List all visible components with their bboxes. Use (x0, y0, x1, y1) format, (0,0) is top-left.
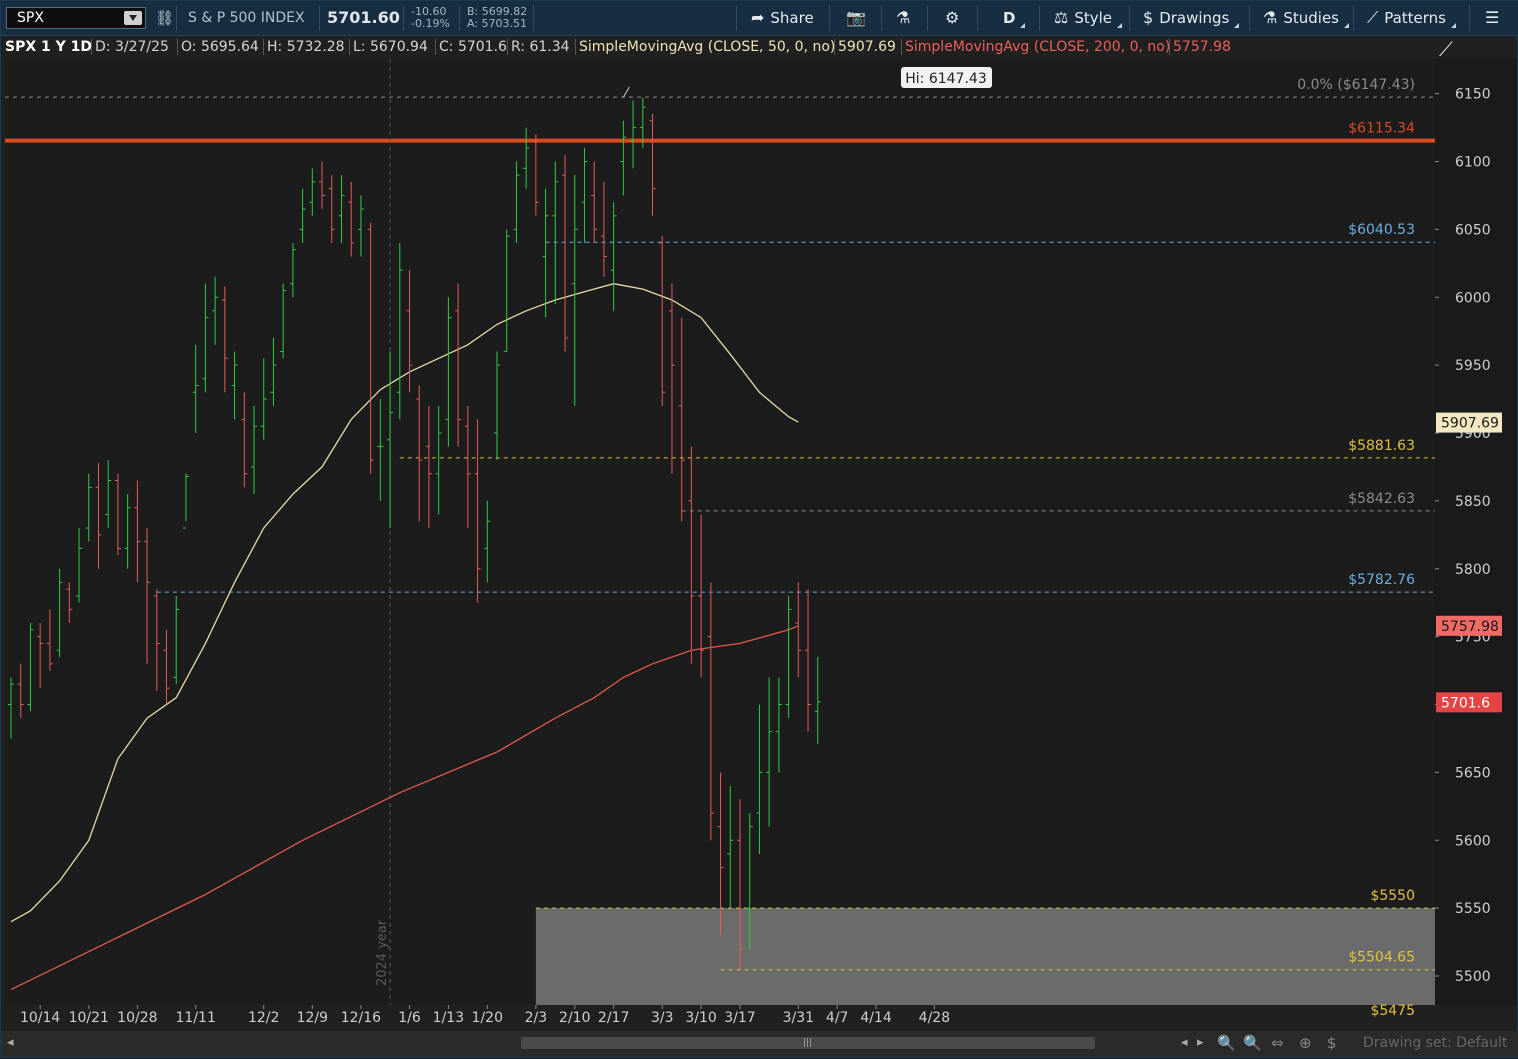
level-label: $5881.63 (1348, 438, 1415, 454)
x-tick-label: 3/17 (724, 1010, 755, 1026)
scroll-forward-icon[interactable]: ▸ (1197, 1035, 1204, 1050)
pan-icon[interactable]: ⇔ (1271, 1034, 1284, 1052)
grip-icon: ||| (803, 1038, 813, 1048)
zone-bottom-label: $5475 (1370, 1003, 1415, 1019)
y-tick-label: 5950 (1455, 358, 1491, 374)
x-tick-label: 10/14 (20, 1010, 60, 1026)
scroll-back-icon[interactable]: ◂ (1181, 1035, 1188, 1050)
price-tag-label: 5757.98 (1441, 619, 1499, 635)
year-label: 2024 year (375, 919, 390, 986)
level-label: $5842.63 (1348, 491, 1415, 507)
y-tick-label: 6050 (1455, 222, 1491, 238)
y-tick-label: 5850 (1455, 494, 1491, 510)
level-label: 0.0% ($6147.43) (1297, 77, 1415, 93)
price-tag-label: 5907.69 (1441, 416, 1499, 432)
x-tick-label: 1/20 (472, 1010, 503, 1026)
x-tick-label: 12/2 (248, 1010, 279, 1026)
y-tick-label: 6000 (1455, 290, 1491, 306)
y-tick-label: 5600 (1455, 833, 1491, 849)
zoom-out-icon[interactable]: 🔍 (1217, 1034, 1236, 1052)
x-tick-label: 1/6 (398, 1010, 421, 1026)
level-label: $5782.76 (1348, 572, 1415, 588)
x-tick-label: 10/28 (117, 1010, 157, 1026)
time-scrollbar[interactable]: ◂ ||| ◂ ▸ 🔍 🔍 ⇔ ⊕ $ Drawing set: Default (1, 1031, 1518, 1057)
x-tick-label: 4/28 (919, 1010, 950, 1026)
y-tick-label: 6150 (1455, 87, 1491, 103)
y-tick-label: 6100 (1455, 155, 1491, 171)
level-label: $5550 (1370, 888, 1415, 904)
zoom-in-icon[interactable]: 🔍 (1243, 1034, 1262, 1052)
y-tick-label: 5800 (1455, 562, 1491, 578)
level-label: $6040.53 (1348, 222, 1415, 238)
y-tick-label: 5500 (1455, 969, 1491, 985)
y-tick-label: 5550 (1455, 901, 1491, 917)
price-chart[interactable]: $5475 0.0% ($6147.43) $6115.34 $6040.53 $58… (1, 1, 1518, 1059)
scroll-left-icon[interactable]: ◂ (7, 1035, 14, 1050)
x-tick-label: 12/9 (297, 1010, 328, 1026)
x-tick-label: 10/21 (69, 1010, 109, 1026)
plot-area (5, 59, 1435, 1005)
scroll-thumb[interactable]: ||| (521, 1037, 1095, 1049)
price-tool-icon[interactable]: $ (1327, 1034, 1337, 1052)
price-tag-label: 5701.6 (1441, 695, 1490, 711)
x-tick-label: 3/3 (651, 1010, 674, 1026)
crosshair-icon[interactable]: ⊕ (1299, 1034, 1312, 1052)
x-tick-label: 4/14 (860, 1010, 892, 1026)
x-tick-label: 3/31 (783, 1010, 814, 1026)
x-tick-label: 12/16 (341, 1010, 381, 1026)
y-tick-label: 5650 (1455, 765, 1491, 781)
high-callout-label: Hi: 6147.43 (905, 71, 986, 87)
x-tick-label: 2/3 (525, 1010, 548, 1026)
x-tick-label: 3/10 (685, 1010, 716, 1026)
x-tick-label: 1/13 (433, 1010, 464, 1026)
drawing-set-label[interactable]: Drawing set: Default (1363, 1035, 1507, 1051)
level-label: $5504.65 (1348, 950, 1415, 966)
chart-window: SPX ⛓ S & P 500 INDEX 5701.60 -10.60 -0.… (0, 0, 1518, 1058)
price-axis (1435, 59, 1517, 1005)
x-tick-label: 2/10 (559, 1010, 590, 1026)
x-tick-label: 4/7 (826, 1010, 849, 1026)
support-zone (535, 908, 1435, 1005)
x-tick-label: 11/11 (176, 1010, 216, 1026)
x-tick-label: 2/17 (598, 1010, 629, 1026)
level-label: $6115.34 (1348, 121, 1415, 137)
